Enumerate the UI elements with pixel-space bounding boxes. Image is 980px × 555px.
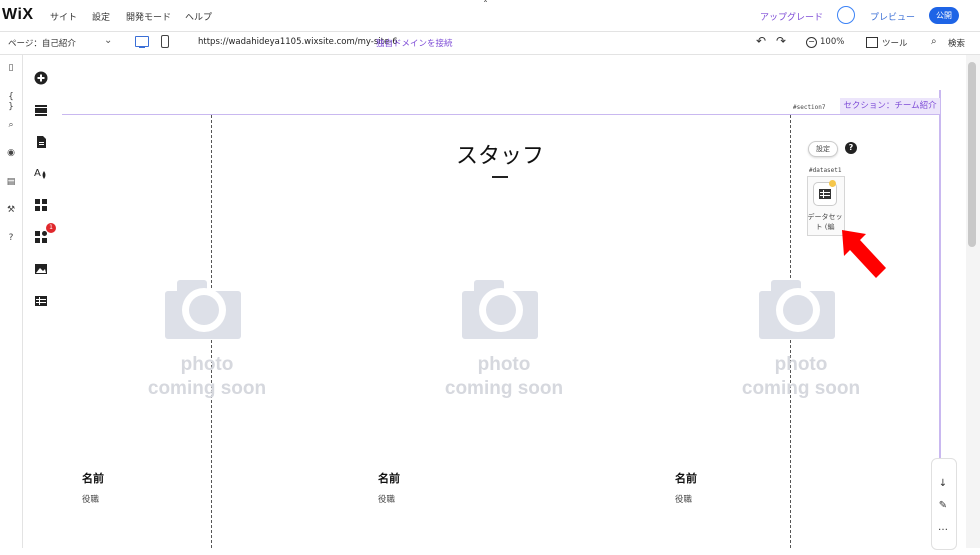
section-label[interactable]: セクション：チーム紹介 [840, 98, 940, 114]
pages-icon[interactable] [34, 135, 48, 149]
cms-icon[interactable] [34, 294, 48, 308]
sections-icon[interactable] [34, 103, 48, 117]
business-apps-icon[interactable] [34, 230, 48, 244]
zoom-out-icon[interactable]: − [806, 37, 817, 48]
publish-button[interactable]: 公開 [929, 7, 959, 24]
dataset-badge [829, 180, 836, 187]
add-element-icon[interactable] [34, 71, 48, 85]
member-photo-placeholder[interactable]: photo coming soon [444, 278, 574, 408]
notification-badge: 1 [46, 223, 56, 233]
member-photo-placeholder[interactable]: photo coming soon [147, 278, 277, 408]
member-role[interactable]: 役職 [675, 493, 692, 505]
desktop-stand [139, 47, 145, 48]
dataset-help-icon[interactable]: ? [845, 142, 857, 154]
member-name[interactable]: 名前 [378, 470, 400, 486]
dataset-id-tag: #dataset1 [809, 167, 842, 174]
page-title[interactable]: スタッフ [420, 138, 580, 170]
member-role[interactable]: 役職 [378, 493, 395, 505]
photo-placeholder-text: photo coming soon [444, 354, 564, 399]
scrollbar-thumb[interactable] [968, 62, 976, 247]
search-button[interactable]: 検索 [948, 37, 965, 49]
desktop-view-icon[interactable] [135, 36, 149, 47]
section-id-tag: #section7 [793, 104, 826, 111]
pen-icon[interactable]: ✎ [931, 500, 955, 511]
arrow-down-icon[interactable]: ↓ [931, 478, 955, 489]
mobile-view-icon[interactable] [161, 35, 169, 48]
help-icon[interactable]: ? [4, 233, 18, 243]
databases-icon[interactable]: ▤ [4, 177, 18, 187]
preview-button[interactable]: プレビュー [870, 10, 915, 23]
undo-icon[interactable]: ↶ [756, 34, 766, 48]
code-icon[interactable]: { } [4, 92, 18, 112]
media-icon[interactable] [34, 262, 48, 276]
collapse-caret-icon[interactable]: ˆ [483, 0, 488, 11]
photo-placeholder-text: photo coming soon [147, 354, 267, 399]
page-selector[interactable]: ページ：自己紹介 [8, 37, 76, 49]
redo-icon[interactable]: ↷ [776, 34, 786, 48]
connect-domain-link[interactable]: 独自ドメインを接続 [376, 37, 453, 49]
photo-placeholder-text: photo coming soon [741, 354, 861, 399]
member-name[interactable]: 名前 [82, 470, 104, 486]
dev-tools-icon[interactable]: ⚒ [4, 205, 18, 215]
menu-site[interactable]: サイト [50, 10, 77, 23]
menu-dev-mode[interactable]: 開発モード [126, 10, 171, 23]
upgrade-link[interactable]: アップグレード [760, 10, 823, 23]
search-code-icon[interactable]: ⌕ [4, 120, 18, 130]
search-icon[interactable]: ⌕ [931, 36, 937, 47]
tools-icon[interactable] [866, 37, 878, 48]
member-role[interactable]: 役職 [82, 493, 99, 505]
pages-tree-icon[interactable]: ▯ [4, 63, 18, 73]
site-url: https://wadahideya1105.wixsite.com/my-si… [198, 37, 398, 47]
svg-text:A: A [34, 168, 41, 179]
red-arrow-annotation [842, 230, 886, 278]
wix-logo[interactable]: WiX [2, 6, 34, 24]
member-name[interactable]: 名前 [675, 470, 697, 486]
zoom-level[interactable]: 100% [820, 37, 844, 47]
packages-icon[interactable]: ◉ [4, 148, 18, 158]
member-photo-placeholder[interactable]: photo coming soon [741, 278, 871, 408]
design-icon[interactable]: A [34, 166, 48, 180]
avatar[interactable] [837, 6, 855, 24]
apps-icon[interactable] [34, 198, 48, 212]
more-icon[interactable]: … [931, 522, 955, 533]
title-divider [492, 176, 508, 178]
chevron-down-icon[interactable]: ⌄ [104, 35, 112, 46]
menu-settings[interactable]: 設定 [92, 10, 110, 23]
tools-button[interactable]: ツール [882, 37, 908, 49]
menu-help[interactable]: ヘルプ [185, 10, 212, 23]
dataset-settings-button[interactable]: 設定 [808, 141, 838, 157]
